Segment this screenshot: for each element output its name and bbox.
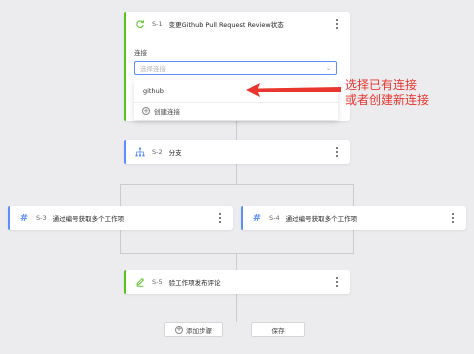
step-card-s5[interactable]: S-5 验工作项发布评论	[124, 270, 350, 294]
add-step-label: 添加步骤	[186, 326, 212, 335]
step-header: S-1 变更Github Pull Request Review状态	[134, 12, 284, 36]
connector-line	[120, 230, 121, 253]
connector-line	[353, 184, 354, 206]
dropdown-divider	[134, 102, 338, 103]
step-accent	[241, 206, 243, 230]
save-button[interactable]: 保存	[251, 322, 305, 337]
more-menu-icon[interactable]	[334, 19, 340, 29]
step-title: 通过编号获取多个工作项	[52, 215, 125, 223]
step-accent	[124, 270, 126, 294]
step-title: 分支	[168, 149, 182, 157]
connector-line	[120, 253, 354, 254]
chevron-down-icon: ⌄	[325, 64, 331, 72]
step-accent	[124, 140, 126, 164]
hash-icon: #	[19, 212, 29, 224]
step-card-s3[interactable]: # S-3 通过编号获取多个工作项	[8, 206, 233, 230]
step-card-s2[interactable]: S-2 分支	[124, 140, 350, 164]
step-id: S-2	[152, 148, 163, 156]
step-title: 验工作项发布评论	[168, 279, 221, 287]
step-accent	[124, 12, 126, 121]
step-header: # S-3 通过编号获取多个工作项	[18, 206, 124, 230]
more-menu-icon[interactable]	[334, 147, 340, 157]
step-title: 变更Github Pull Request Review状态	[168, 21, 284, 29]
annotation-text: 选择已有连接 或者创建新连接	[345, 78, 429, 108]
hash-icon: #	[252, 212, 262, 224]
annotation-arrow	[246, 83, 341, 97]
branch-icon	[134, 146, 146, 158]
step-title: 通过编号获取多个工作项	[285, 215, 358, 223]
annotation-line-2: 或者创建新连接	[345, 93, 430, 107]
more-menu-icon[interactable]	[450, 213, 456, 223]
more-menu-icon[interactable]	[217, 213, 223, 223]
step-id: S-3	[36, 214, 47, 222]
connection-select[interactable]: 选择连接 ⌄	[134, 61, 337, 75]
connection-select-placeholder: 选择连接	[140, 65, 166, 73]
connector-line	[236, 253, 237, 270]
save-label: 保存	[271, 326, 285, 335]
plus-circle-icon: +	[175, 325, 183, 334]
edit-icon	[134, 276, 146, 288]
more-menu-icon[interactable]	[334, 277, 340, 287]
sync-icon	[134, 18, 146, 30]
step-accent	[8, 206, 10, 230]
connector-line	[236, 294, 237, 322]
step-card-s4[interactable]: # S-4 通过编号获取多个工作项	[241, 206, 466, 230]
connector-line	[120, 184, 354, 185]
connection-label: 连接	[134, 49, 147, 57]
step-header: S-5 验工作项发布评论	[134, 270, 221, 294]
annotation-line-1: 选择已有连接	[345, 78, 418, 92]
connector-line	[236, 121, 237, 140]
connector-line	[353, 230, 354, 253]
connector-line	[120, 184, 121, 206]
add-step-button[interactable]: + 添加步骤	[164, 322, 223, 337]
step-id: S-5	[152, 278, 163, 286]
workflow-canvas: S-1 变更Github Pull Request Review状态 连接 选择…	[0, 0, 474, 354]
step-id: S-1	[152, 20, 163, 28]
create-connection-label: 创建连接	[154, 108, 180, 116]
step-header: S-2 分支	[134, 140, 182, 164]
plus-circle-icon: +	[142, 106, 150, 115]
create-connection-button[interactable]: + 创建连接	[142, 104, 180, 118]
step-header: # S-4 通过编号获取多个工作项	[251, 206, 357, 230]
step-id: S-4	[269, 214, 280, 222]
connector-line	[236, 164, 237, 184]
